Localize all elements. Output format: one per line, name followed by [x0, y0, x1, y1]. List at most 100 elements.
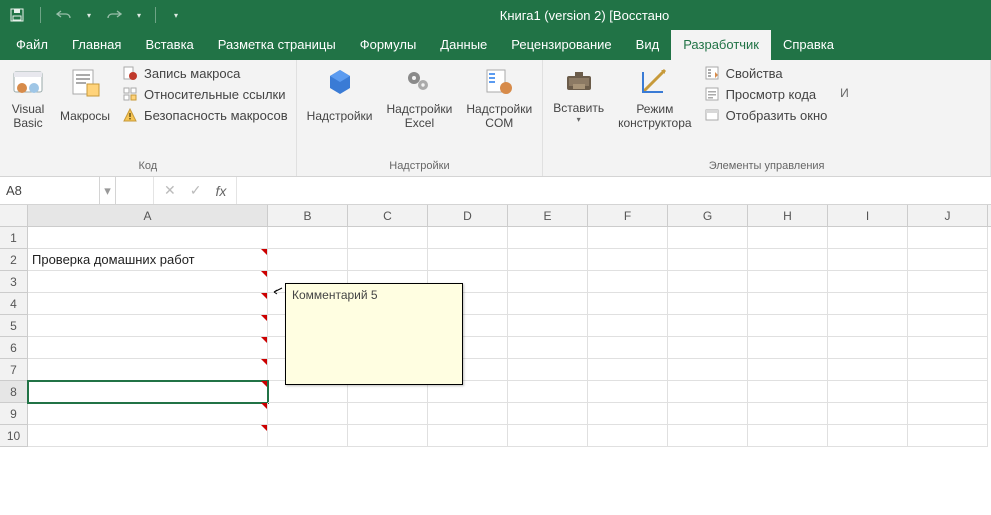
cell[interactable] [508, 337, 588, 359]
cell[interactable] [508, 425, 588, 447]
cell[interactable] [828, 381, 908, 403]
cell[interactable] [748, 403, 828, 425]
cell[interactable] [28, 359, 268, 381]
cell[interactable] [828, 425, 908, 447]
com-addins-button[interactable]: Надстройки COM [462, 63, 536, 134]
cell[interactable] [668, 315, 748, 337]
row-header[interactable]: 10 [0, 425, 28, 447]
cell[interactable] [668, 271, 748, 293]
redo-dropdown-icon[interactable]: ▾ [137, 11, 141, 20]
cell[interactable] [748, 271, 828, 293]
cell[interactable] [828, 315, 908, 337]
cell[interactable] [508, 249, 588, 271]
cell[interactable] [828, 403, 908, 425]
cell[interactable] [748, 315, 828, 337]
insert-control-button[interactable]: Вставить▾ [549, 63, 608, 134]
cell[interactable] [908, 271, 988, 293]
cell[interactable] [28, 381, 268, 403]
col-header[interactable]: G [668, 205, 748, 226]
cell[interactable] [908, 227, 988, 249]
cell[interactable] [268, 227, 348, 249]
redo-icon[interactable] [105, 6, 123, 24]
cell[interactable] [668, 359, 748, 381]
col-header[interactable]: J [908, 205, 988, 226]
cell[interactable] [508, 381, 588, 403]
cell[interactable] [828, 227, 908, 249]
fx-icon[interactable]: fx [215, 183, 226, 199]
cell[interactable] [668, 249, 748, 271]
row-header[interactable]: 3 [0, 271, 28, 293]
cell[interactable] [828, 293, 908, 315]
macros-button[interactable]: Макросы [56, 63, 114, 134]
cell[interactable] [428, 403, 508, 425]
cell[interactable] [428, 249, 508, 271]
cell[interactable] [268, 403, 348, 425]
cell[interactable] [588, 271, 668, 293]
cell[interactable] [348, 425, 428, 447]
cell[interactable]: Проверка домашних работ [28, 249, 268, 271]
addins-button[interactable]: Надстройки [303, 63, 377, 134]
extra-button[interactable]: И [835, 63, 853, 103]
name-box[interactable]: A8 [0, 177, 100, 204]
save-icon[interactable] [8, 6, 26, 24]
cell[interactable] [508, 403, 588, 425]
cancel-formula-icon[interactable]: ✕ [164, 182, 176, 199]
col-header[interactable]: A [28, 205, 268, 226]
cell[interactable] [828, 337, 908, 359]
cell[interactable] [588, 315, 668, 337]
cell[interactable] [508, 315, 588, 337]
cell[interactable] [588, 227, 668, 249]
col-header[interactable]: D [428, 205, 508, 226]
row-header[interactable]: 7 [0, 359, 28, 381]
cell[interactable] [588, 359, 668, 381]
cell[interactable] [908, 425, 988, 447]
cell[interactable] [588, 249, 668, 271]
row-header[interactable]: 4 [0, 293, 28, 315]
cell[interactable] [748, 293, 828, 315]
cell[interactable] [348, 249, 428, 271]
cell[interactable] [508, 359, 588, 381]
cell[interactable] [588, 381, 668, 403]
view-code-button[interactable]: Просмотр кода [702, 86, 830, 102]
cell[interactable] [908, 337, 988, 359]
cell[interactable] [668, 293, 748, 315]
row-header[interactable]: 8 [0, 381, 28, 403]
visual-basic-button[interactable]: Visual Basic [6, 63, 50, 134]
col-header[interactable]: C [348, 205, 428, 226]
name-box-dropdown-icon[interactable]: ▾ [100, 177, 116, 204]
cell[interactable] [668, 425, 748, 447]
col-header[interactable]: B [268, 205, 348, 226]
tab-formulas[interactable]: Формулы [348, 30, 429, 60]
cell[interactable] [748, 381, 828, 403]
cell[interactable] [348, 227, 428, 249]
cell[interactable] [268, 425, 348, 447]
row-header[interactable]: 9 [0, 403, 28, 425]
cell[interactable] [588, 337, 668, 359]
col-header[interactable]: I [828, 205, 908, 226]
cell[interactable] [908, 381, 988, 403]
cell[interactable] [908, 249, 988, 271]
cell[interactable] [908, 293, 988, 315]
undo-icon[interactable] [55, 6, 73, 24]
cell[interactable] [28, 337, 268, 359]
tab-pagelayout[interactable]: Разметка страницы [206, 30, 348, 60]
cell[interactable] [348, 403, 428, 425]
cell[interactable] [748, 425, 828, 447]
undo-dropdown-icon[interactable]: ▾ [87, 11, 91, 20]
cell[interactable] [508, 293, 588, 315]
cell[interactable] [748, 337, 828, 359]
cell[interactable] [588, 293, 668, 315]
macro-security-button[interactable]: Безопасность макросов [120, 107, 290, 123]
tab-file[interactable]: Файл [4, 30, 60, 60]
design-mode-button[interactable]: Режим конструктора [614, 63, 696, 134]
col-header[interactable]: H [748, 205, 828, 226]
tab-review[interactable]: Рецензирование [499, 30, 623, 60]
show-window-button[interactable]: Отобразить окно [702, 107, 830, 123]
record-macro-button[interactable]: Запись макроса [120, 65, 290, 81]
cell[interactable] [748, 227, 828, 249]
row-header[interactable]: 6 [0, 337, 28, 359]
cell[interactable] [828, 249, 908, 271]
cell[interactable] [508, 271, 588, 293]
cell[interactable] [668, 381, 748, 403]
cell[interactable] [668, 403, 748, 425]
